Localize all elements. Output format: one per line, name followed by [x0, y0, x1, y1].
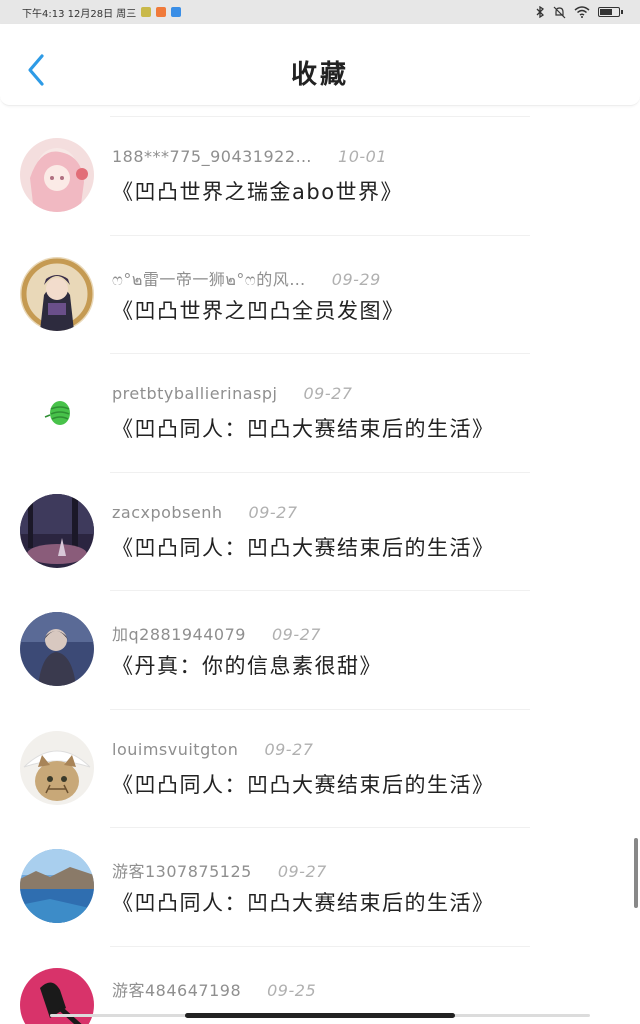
- divider: [110, 590, 530, 591]
- list-item[interactable]: pretbtyballierinaspj 09-27 《凹凸同人：凹凸大赛结束后的…: [0, 353, 640, 472]
- post-date: 09-27: [277, 862, 327, 881]
- post-date: 09-25: [267, 980, 317, 1000]
- status-right: [535, 6, 623, 19]
- avatar[interactable]: [20, 375, 94, 449]
- author-name[interactable]: louimsvuitgton: [112, 740, 238, 759]
- list-item[interactable]: 游客1307875125 09-27 《凹凸同人：凹凸大赛结束后的生活》: [0, 827, 640, 946]
- post-title[interactable]: 《凹凸世界之瑞金abo世界》: [112, 176, 403, 206]
- divider: [110, 827, 530, 828]
- post-date: 09-27: [271, 625, 321, 644]
- status-left: 下午4:13 12月28日 周三: [22, 5, 182, 20]
- item-meta: 游客484647198 09-25: [112, 977, 316, 1001]
- divider: [110, 945, 530, 947]
- author-name[interactable]: 加q2881944079: [112, 625, 246, 644]
- notification-app-icon: [156, 7, 167, 17]
- avatar[interactable]: [20, 256, 94, 331]
- item-meta: louimsvuitgton 09-27: [112, 740, 313, 759]
- wifi-icon: [574, 6, 590, 18]
- favorites-list: 188***775_90431922… 10-01 《凹凸世界之瑞金abo世界》 …: [0, 116, 640, 1024]
- post-date: 09-27: [264, 739, 314, 759]
- post-date: 09-27: [303, 384, 353, 403]
- avatar[interactable]: [20, 612, 94, 686]
- divider: [110, 708, 530, 710]
- bluetooth-icon: [536, 6, 545, 18]
- notification-app-icon: [171, 7, 182, 17]
- nav-bar: 收藏: [0, 24, 640, 106]
- divider: [110, 353, 530, 354]
- status-bar: 下午4:13 12月28日 周三: [0, 0, 640, 24]
- item-meta: ෆ°๒雷一帝一狮๒°ෆ的风… 09-29: [112, 266, 381, 293]
- list-item[interactable]: zacxpobsenh 09-27 《凹凸同人：凹凸大赛结束后的生活》: [0, 471, 640, 591]
- item-meta: 188***775_90431922… 10-01: [112, 147, 387, 166]
- post-title[interactable]: 《凹凸同人：凹凸大赛结束后的生活》: [112, 532, 495, 562]
- post-date: 09-29: [331, 269, 381, 289]
- battery-icon: [598, 7, 623, 17]
- author-name[interactable]: pretbtyballierinaspj: [112, 384, 277, 403]
- list-item[interactable]: ෆ°๒雷一帝一狮๒°ෆ的风… 09-29 《凹凸世界之凹凸全员发图》: [0, 234, 640, 354]
- list-item[interactable]: 188***775_90431922… 10-01 《凹凸世界之瑞金abo世界》: [0, 116, 640, 235]
- item-meta: pretbtyballierinaspj 09-27: [112, 384, 352, 403]
- divider: [110, 471, 530, 473]
- avatar[interactable]: [20, 138, 94, 212]
- item-meta: 游客1307875125 09-27: [112, 858, 327, 882]
- post-title[interactable]: 《凹凸世界之凹凸全员发图》: [112, 295, 405, 325]
- author-name[interactable]: 188***775_90431922…: [112, 147, 312, 166]
- list-item[interactable]: 加q2881944079 09-27 《丹真：你的信息素很甜》: [0, 590, 640, 709]
- mute-icon: [553, 6, 566, 18]
- post-title[interactable]: 《凹凸同人：凹凸大赛结束后的生活》: [112, 769, 495, 799]
- status-time: 下午4:13 12月28日 周三: [22, 8, 137, 20]
- notification-app-icon: [141, 7, 152, 17]
- divider: [110, 116, 530, 117]
- post-title[interactable]: 《丹真：你的信息素很甜》: [112, 650, 382, 680]
- post-date: 10-01: [338, 147, 388, 166]
- list-item[interactable]: louimsvuitgton 09-27 《凹凸同人：凹凸大赛结束后的生活》: [0, 708, 640, 828]
- author-name[interactable]: 游客484647198: [112, 981, 241, 1000]
- item-meta: 加q2881944079 09-27: [112, 621, 321, 645]
- vertical-scrollbar[interactable]: [634, 838, 638, 908]
- avatar[interactable]: [20, 849, 94, 923]
- author-name[interactable]: zacxpobsenh: [112, 503, 223, 522]
- author-name[interactable]: 游客1307875125: [112, 862, 252, 881]
- avatar[interactable]: [20, 493, 94, 568]
- post-title[interactable]: 《凹凸同人：凹凸大赛结束后的生活》: [112, 887, 495, 917]
- home-indicator[interactable]: [185, 1013, 455, 1018]
- avatar[interactable]: [20, 730, 94, 805]
- author-name[interactable]: ෆ°๒雷一帝一狮๒°ෆ的风…: [112, 270, 306, 289]
- post-title[interactable]: 《凹凸同人：凹凸大赛结束后的生活》: [112, 413, 495, 443]
- item-meta: zacxpobsenh 09-27: [112, 503, 298, 522]
- divider: [110, 234, 530, 236]
- page-title: 收藏: [290, 60, 349, 90]
- post-date: 09-27: [248, 502, 298, 522]
